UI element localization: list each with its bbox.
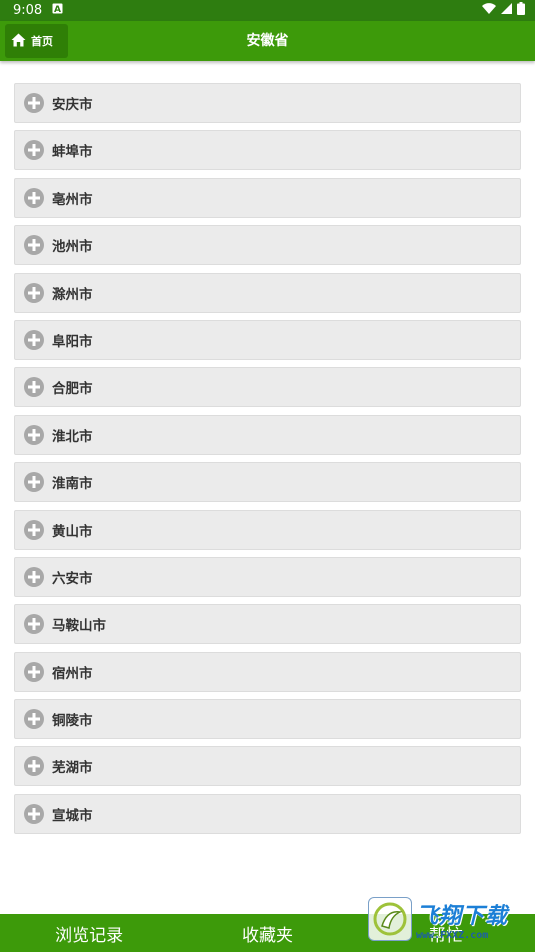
plus-icon xyxy=(24,235,44,256)
tab-history[interactable]: 浏览记录 xyxy=(0,914,178,952)
list-item[interactable]: 六安市 xyxy=(14,556,521,597)
list-item-label: 六安市 xyxy=(52,570,93,587)
page-title: 安徽省 xyxy=(246,33,289,49)
plus-icon xyxy=(24,329,44,350)
app-bar: 首页 安徽省 xyxy=(0,21,535,61)
plus-icon xyxy=(24,614,44,635)
plus-icon xyxy=(24,93,44,113)
plus-icon xyxy=(24,472,44,493)
list-item-label: 芜湖市 xyxy=(52,760,93,777)
signal-icon xyxy=(501,3,512,18)
bottom-nav: 浏览记录 收藏夹 帮忙 xyxy=(0,914,535,952)
list-item-label: 铜陵市 xyxy=(52,713,93,730)
list-item[interactable]: 阜阳市 xyxy=(14,319,521,360)
list-item-label: 淮南市 xyxy=(52,476,93,493)
list-item-label: 马鞍山市 xyxy=(52,618,106,635)
list-item[interactable]: 池州市 xyxy=(14,225,521,266)
list-item-label: 宣城市 xyxy=(52,807,93,824)
plus-icon xyxy=(24,661,44,682)
list-item-label: 蚌埠市 xyxy=(52,144,93,161)
list-item[interactable]: 淮南市 xyxy=(14,462,521,503)
list-item[interactable]: 滁州市 xyxy=(14,272,521,313)
plus-icon xyxy=(24,377,44,398)
list-item[interactable]: 合肥市 xyxy=(14,367,521,408)
list-item[interactable]: 宿州市 xyxy=(14,651,521,692)
list-item-label: 阜阳市 xyxy=(52,333,93,350)
plus-icon xyxy=(24,803,44,824)
plus-icon xyxy=(24,519,44,540)
tab-favorites[interactable]: 收藏夹 xyxy=(178,914,356,952)
list-item[interactable]: 铜陵市 xyxy=(14,699,521,740)
list-item[interactable]: 淮北市 xyxy=(14,414,521,455)
list-item[interactable]: 蚌埠市 xyxy=(14,130,521,171)
tab-help[interactable]: 帮忙 xyxy=(357,914,535,952)
list-item-label: 淮北市 xyxy=(52,428,93,445)
notification-a-icon: A xyxy=(52,3,63,18)
list-item-label: 亳州市 xyxy=(52,191,93,208)
status-bar: 9:08 A xyxy=(0,0,535,21)
list-item[interactable]: 宣城市 xyxy=(14,793,521,834)
list-item-label: 黄山市 xyxy=(52,523,93,540)
list-item-label: 合肥市 xyxy=(52,381,93,398)
plus-icon xyxy=(24,424,44,445)
home-button[interactable]: 首页 xyxy=(5,24,68,58)
plus-icon xyxy=(24,282,44,303)
status-time: 9:08 xyxy=(13,3,43,18)
list-item[interactable]: 安庆市 xyxy=(14,83,521,123)
list-item[interactable]: 黄山市 xyxy=(14,509,521,550)
city-list: 安庆市 蚌埠市 亳州市 池州市 滁州市 阜阳市 合肥市 淮北市 淮南市 黄山市 … xyxy=(14,83,521,841)
plus-icon xyxy=(24,187,44,208)
list-item[interactable]: 芜湖市 xyxy=(14,746,521,787)
list-item[interactable]: 马鞍山市 xyxy=(14,604,521,645)
plus-icon xyxy=(24,709,44,730)
plus-icon xyxy=(24,140,44,161)
svg-text:A: A xyxy=(54,5,61,14)
list-item-label: 宿州市 xyxy=(52,665,93,682)
list-item[interactable]: 亳州市 xyxy=(14,177,521,218)
wifi-icon xyxy=(482,3,496,18)
home-icon xyxy=(11,33,26,50)
list-item-label: 池州市 xyxy=(52,239,93,256)
list-item-label: 安庆市 xyxy=(52,97,93,113)
plus-icon xyxy=(24,756,44,777)
battery-icon xyxy=(517,2,525,19)
list-item-label: 滁州市 xyxy=(52,286,93,303)
plus-icon xyxy=(24,566,44,587)
home-label: 首页 xyxy=(31,35,53,48)
